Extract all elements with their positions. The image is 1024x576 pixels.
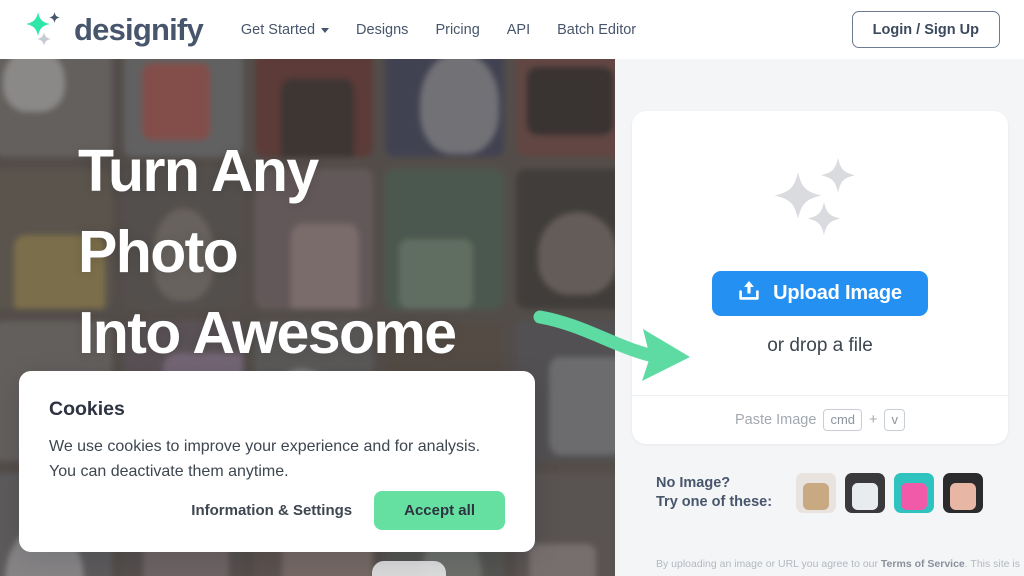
primary-nav: Get Started Designs Pricing API Batch Ed… [241,22,636,38]
login-signup-button[interactable]: Login / Sign Up [851,11,1000,48]
tos-prefix: By uploading an image or URL you agree t… [656,558,881,570]
cookie-dialog-title: Cookies [49,398,125,420]
thumbnail-subject [803,483,829,510]
hero-headline-line-3: Into Awesome [78,300,457,366]
designify-landing-page: designify Get Started Designs Pricing AP… [0,0,1024,576]
nav-item-api[interactable]: API [507,22,530,38]
thumbnail-subject [901,483,927,510]
cookie-body-line-1: We use cookies to improve your experienc… [49,438,481,455]
cookie-consent-dialog: Cookies We use cookies to improve your e… [19,371,535,552]
thumb-white-car[interactable] [845,473,885,513]
sample-thumbnails [796,473,983,513]
plus-sign: + [869,412,878,428]
thumbnail-subject [852,483,878,510]
thumb-woman[interactable] [943,473,983,513]
cookie-dialog-actions: Information & Settings Accept all [19,491,505,530]
terms-of-service-link[interactable]: Terms of Service [881,558,965,570]
site-header: designify Get Started Designs Pricing AP… [0,0,1024,59]
cookie-dialog-body: We use cookies to improve your experienc… [49,434,505,484]
tos-suffix: . This site is [964,558,1021,570]
hero-headline: Turn Any Photo Into Awesome [78,131,457,374]
nav-item-pricing[interactable]: Pricing [435,22,479,38]
paste-image-label: Paste Image [735,412,817,428]
hero-headline-line-2: Photo [78,219,239,285]
nav-label: Get Started [240,21,316,38]
key-cmd: cmd [823,408,862,432]
try-one-of-these: No Image? Try one of these: [656,473,983,513]
nav-item-get-started[interactable]: Get Started [240,21,330,38]
try-these-label: No Image? Try one of these: [656,474,796,512]
upload-dropzone-card[interactable]: Upload Image or drop a file Paste Image … [632,111,1008,444]
try-one-line: Try one of these: [656,494,773,510]
upload-icon [738,279,760,308]
accept-all-button[interactable]: Accept all [374,491,505,530]
sparkles-icon [772,156,868,247]
curved-arrow-right-icon [530,305,700,390]
upload-button-label: Upload Image [773,281,902,304]
logo-text: designify [74,12,204,47]
thumb-coffee-cup[interactable] [796,473,836,513]
logo[interactable]: designify [24,10,204,50]
drop-a-file-text: or drop a file [767,334,873,356]
key-v: v [884,408,905,432]
terms-of-service-notice: By uploading an image or URL you agree t… [656,557,1024,572]
sparkle-logo-icon [24,10,68,50]
thumbnail-subject [950,483,976,510]
no-image-line: No Image? [656,475,731,491]
hero-headline-line-1: Turn Any [78,138,319,204]
hero-partial-pill[interactable]: nify [372,561,446,576]
thumb-man-pink[interactable] [894,473,934,513]
nav-item-batch-editor[interactable]: Batch Editor [557,22,636,38]
upload-image-button[interactable]: Upload Image [712,270,928,316]
nav-item-designs[interactable]: Designs [356,22,408,38]
cookie-body-line-2: You can deactivate them anytime. [49,463,289,480]
information-settings-button[interactable]: Information & Settings [191,502,352,519]
paste-image-hint: Paste Image cmd + v [632,395,1008,444]
chevron-down-icon [321,28,330,33]
